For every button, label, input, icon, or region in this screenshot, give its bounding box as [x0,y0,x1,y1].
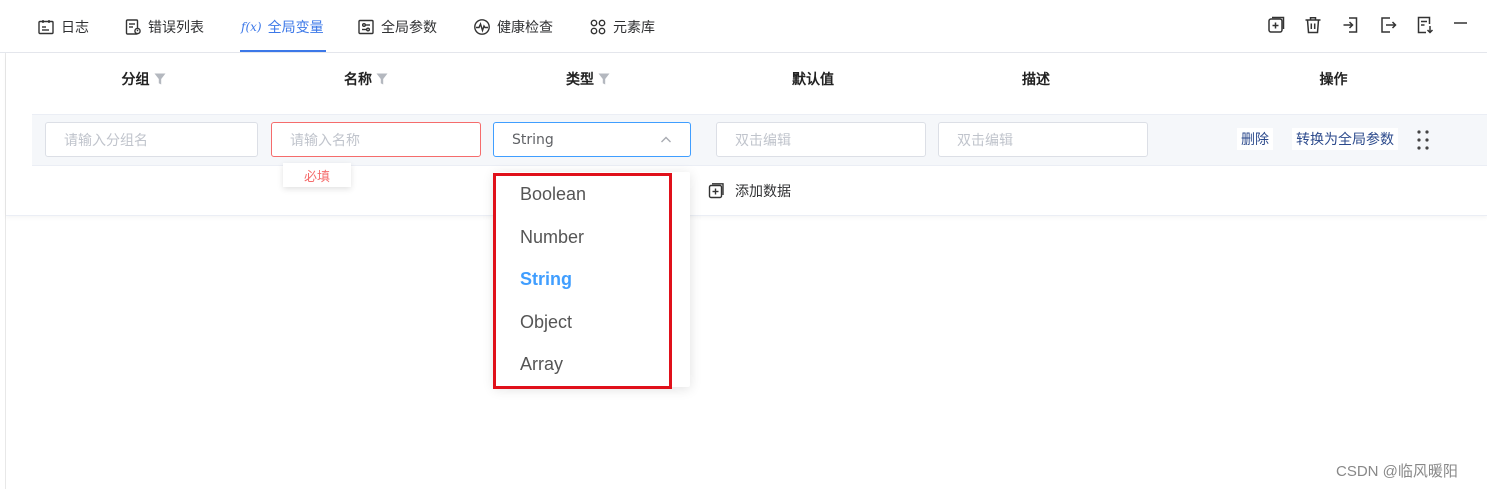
description-input[interactable]: 双击编辑 [938,122,1148,157]
delete-icon[interactable] [1302,14,1324,36]
column-label: 分组 [121,72,150,88]
export-icon[interactable] [1377,14,1399,36]
watermark: CSDN @临风暖阳 [1336,463,1458,480]
tab-error-list[interactable]: 错误列表 [124,0,204,53]
tab-label: 全局变量 [267,19,324,36]
required-error-text: 必填 [303,169,330,185]
error-list-icon [124,18,142,36]
tab-label: 日志 [61,19,89,36]
description-placeholder: 双击编辑 [957,132,1013,149]
heartbeat-icon [473,18,491,36]
convert-to-global-param-button[interactable]: 转换为全局参数 [1292,128,1398,150]
default-value-input[interactable]: 双击编辑 [716,122,926,157]
function-icon: f(x) [241,19,262,34]
sliders-icon [357,18,375,36]
column-header-type: 类型 [477,53,699,105]
group-input-placeholder: 请输入分组名 [64,132,148,149]
tab-health-check[interactable]: 健康检查 [473,0,553,53]
tab-label: 健康检查 [497,19,553,36]
tab-bar: 日志 错误列表 f(x) 全局变量 全局参数 健康检查 元素库 [0,0,1487,53]
column-header-name: 名称 [255,53,477,105]
column-header-actions: 操作 [1180,53,1487,105]
type-dropdown: Boolean Number String Object Array [494,172,690,387]
column-label: 默认值 [792,72,834,88]
active-tab-indicator [240,50,326,52]
column-label: 名称 [344,72,372,88]
type-option-boolean[interactable]: Boolean [520,179,586,209]
column-label: 描述 [1022,72,1050,88]
add-data-button[interactable]: 添加数据 [707,180,791,202]
column-label: 操作 [1319,72,1348,88]
type-option-string[interactable]: String [520,264,572,294]
filter-icon[interactable] [376,73,388,85]
tab-label: 元素库 [613,19,655,36]
tab-label: 错误列表 [148,19,204,36]
type-select-value: String [512,131,554,148]
drag-handle-icon[interactable] [1416,128,1430,152]
tab-log[interactable]: 日志 [37,0,89,53]
column-label: 类型 [566,72,594,88]
type-option-object[interactable]: Object [520,307,572,337]
add-icon[interactable] [1265,14,1287,36]
chevron-up-icon [661,136,671,142]
tab-global-variables[interactable]: f(x) 全局变量 [241,0,324,53]
default-value-placeholder: 双击编辑 [735,132,791,149]
column-header-description: 描述 [927,53,1145,105]
filter-icon[interactable] [598,73,610,85]
import-icon[interactable] [1340,14,1362,36]
tab-element-library[interactable]: 元素库 [589,0,655,53]
tab-global-params[interactable]: 全局参数 [357,0,437,53]
column-header-default: 默认值 [699,53,927,105]
convert-label: 转换为全局参数 [1296,132,1394,148]
grid-icon [589,18,607,36]
required-error-tooltip: 必填 [283,163,351,187]
tab-label: 全局参数 [381,19,437,36]
filter-icon[interactable] [154,73,166,85]
download-icon[interactable] [1414,14,1436,36]
name-input-placeholder: 请输入名称 [290,132,360,149]
delete-row-button[interactable]: 删除 [1237,128,1273,150]
delete-row-label: 删除 [1241,132,1269,148]
type-select[interactable]: String [493,122,691,157]
type-option-number[interactable]: Number [520,222,584,252]
group-input[interactable]: 请输入分组名 [45,122,258,157]
type-option-array[interactable]: Array [520,349,563,379]
column-header-group: 分组 [32,53,255,105]
minimize-icon[interactable] [1449,14,1471,36]
calendar-icon [37,18,55,36]
add-data-label: 添加数据 [735,184,791,200]
add-icon [708,183,724,199]
name-input[interactable]: 请输入名称 [271,122,481,157]
